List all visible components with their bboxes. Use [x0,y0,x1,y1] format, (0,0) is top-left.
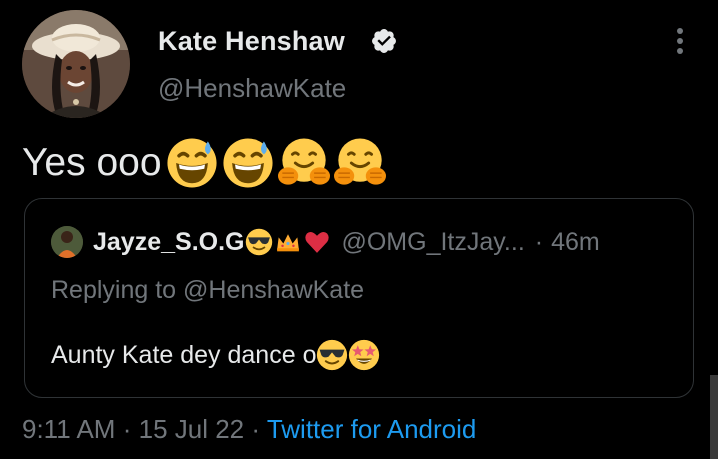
quoted-tweet-text: Aunty Kate dey dance o [51,339,380,371]
tweet-footer: 9:11 AM · 15 Jul 22 · Twitter for Androi… [22,414,476,445]
quoted-author-avatar[interactable] [51,226,83,258]
quoted-tweet-card[interactable]: Jayze_S.O.G @OMG_ItzJay... · 46m Replyin… [24,198,694,398]
tweet-time[interactable]: 9:11 AM [22,414,115,444]
tweet-text-content: Yes ooo [22,141,162,184]
author-display-name[interactable]: Kate Henshaw [158,26,345,57]
quoted-text-content: Aunty Kate dey dance o [51,340,317,369]
quoted-display-name[interactable]: Jayze_S.O.G [93,228,244,257]
quoted-timestamp[interactable]: 46m [551,228,600,257]
profile-photo [22,10,130,118]
author-avatar[interactable] [22,10,130,118]
separator-dot: · [251,414,261,444]
grinning-sweat-emoji [166,137,218,189]
scrollbar-thumb[interactable] [710,375,718,459]
separator-dot: · [534,227,544,256]
sunglasses-emoji [316,339,348,371]
star-struck-emoji [348,339,380,371]
tweet-text: Yes ooo [22,137,386,189]
separator-dot: · [122,414,132,444]
hugging-face-emoji [277,137,330,189]
replying-to: Replying to @HenshawKate [51,276,365,304]
verified-badge-icon [372,29,396,53]
tweet-date[interactable]: 15 Jul 22 [139,414,245,444]
red-heart-emoji [303,228,331,256]
crown-emoji [274,228,302,256]
sunglasses-emoji [245,228,273,256]
grinning-sweat-emoji [222,137,274,189]
tweet: Kate Henshaw @HenshawKate Yes ooo Jayze_… [0,0,718,459]
tweet-source-link[interactable]: Twitter for Android [267,414,477,444]
quoted-header: Jayze_S.O.G @OMG_ItzJay... · 46m [93,226,600,258]
hugging-face-emoji [333,137,386,189]
quoted-handle[interactable]: @OMG_ItzJay... [341,228,524,257]
more-options-icon[interactable] [668,26,692,56]
author-handle[interactable]: @HenshawKate [158,73,346,104]
